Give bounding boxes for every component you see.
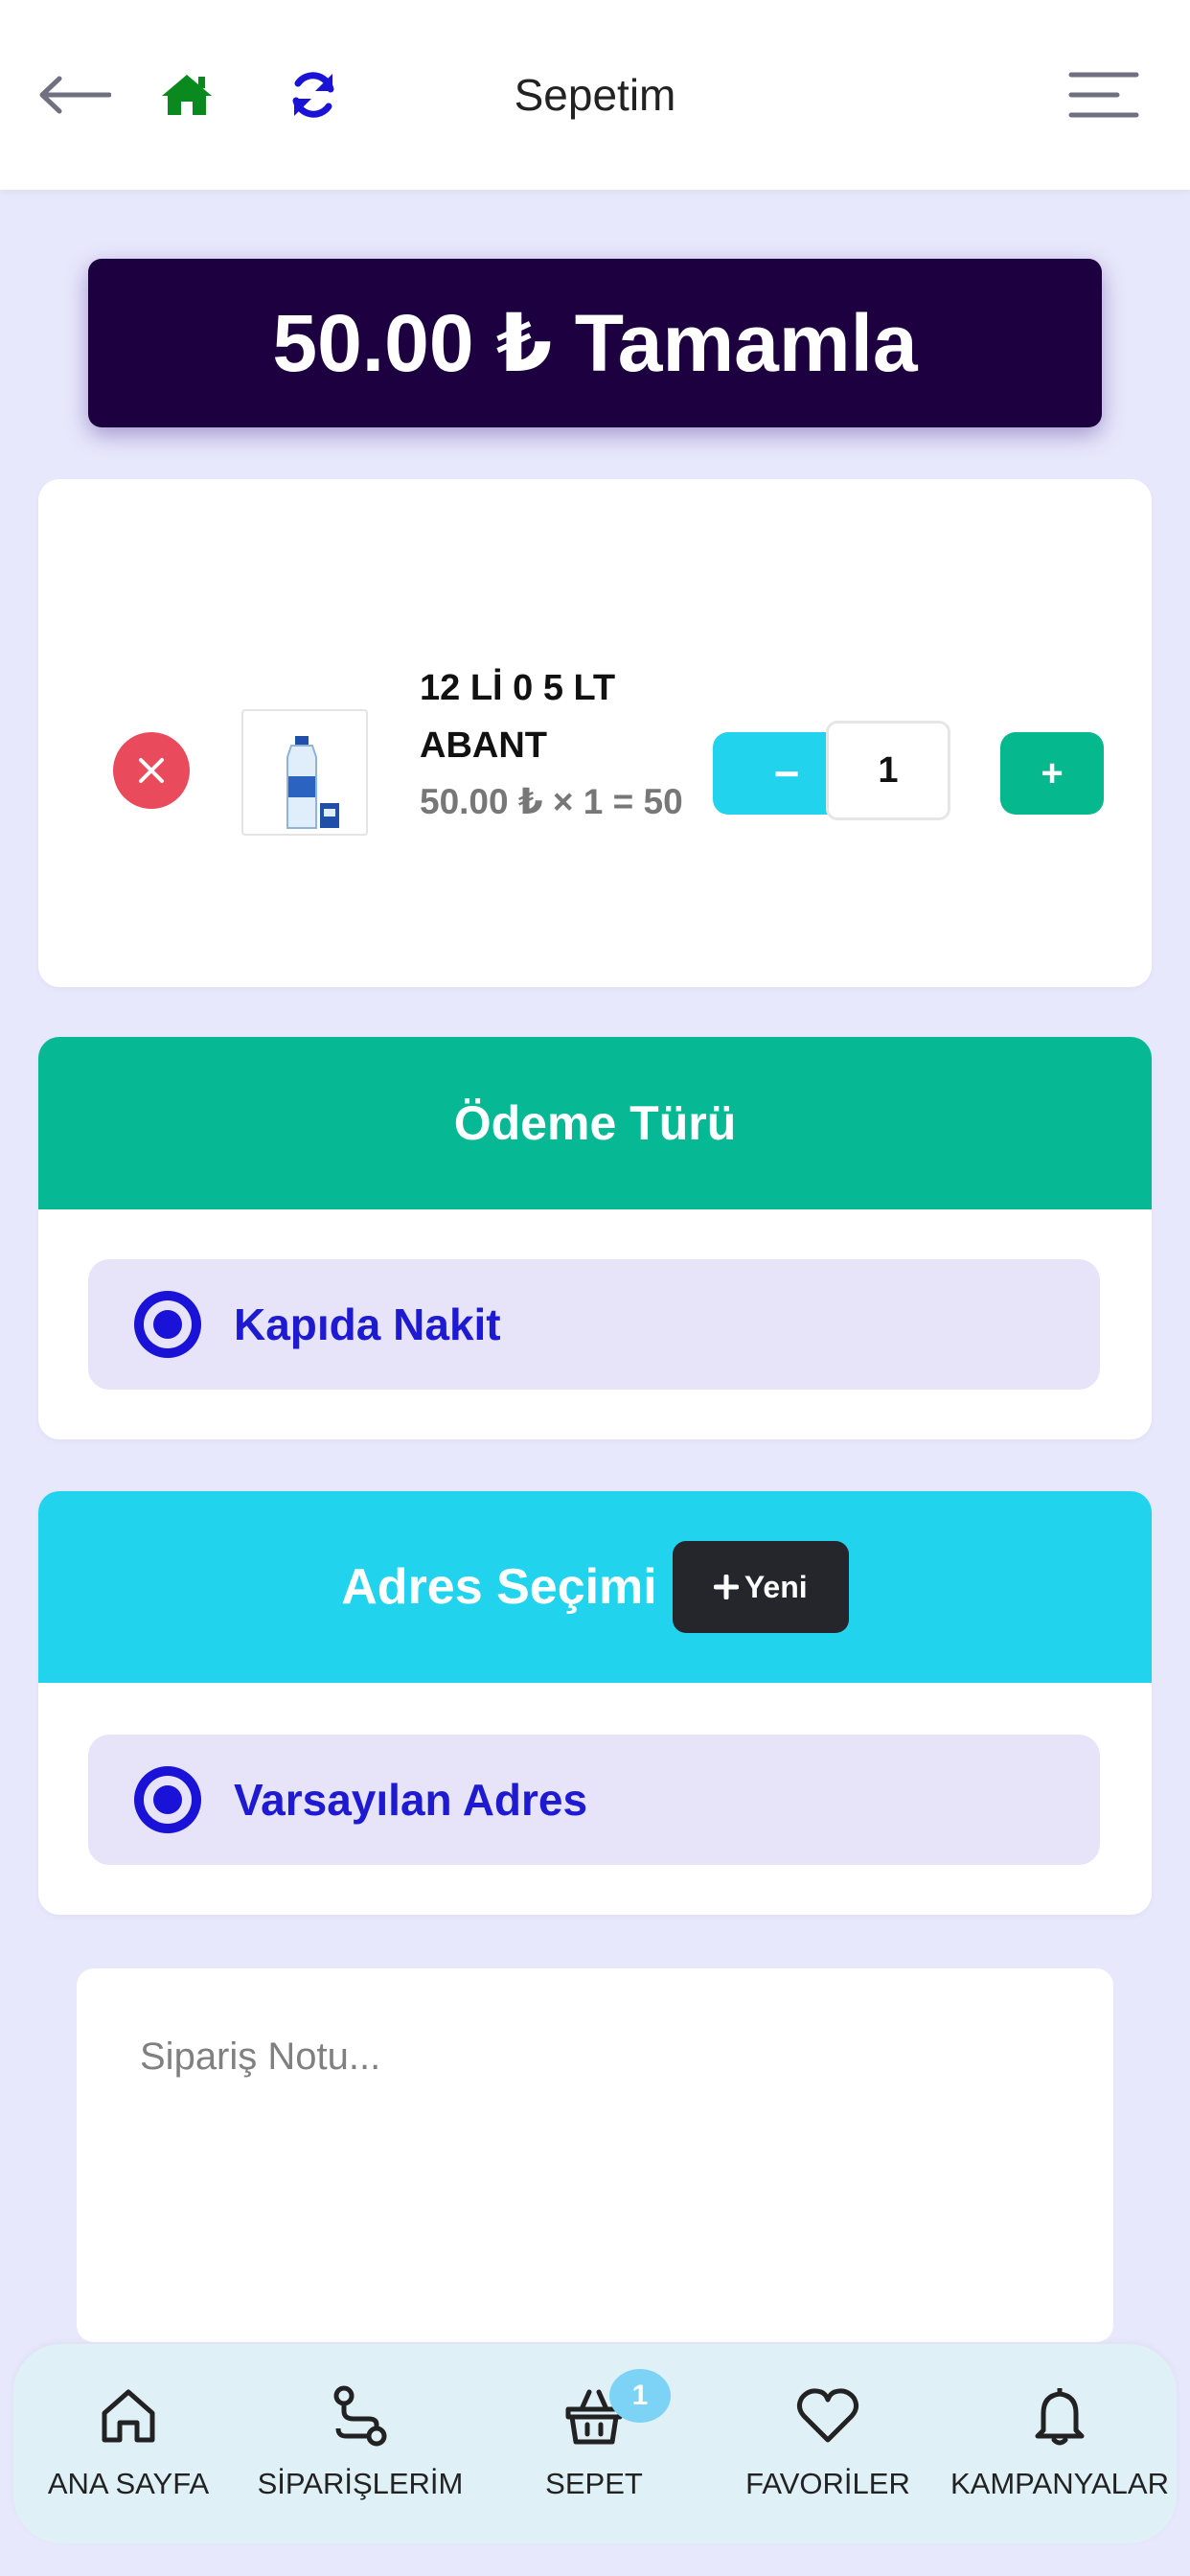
payment-type-header: Ödeme Türü: [38, 1037, 1152, 1209]
address-selection-title: Adres Seçimi: [341, 1559, 657, 1615]
hamburger-menu-icon-svg: [1068, 72, 1139, 118]
radio-dot: [153, 1785, 182, 1814]
add-new-address-button[interactable]: Yeni: [672, 1541, 849, 1633]
heart-icon: [796, 2388, 859, 2443]
add-new-address-label: Yeni: [744, 1569, 808, 1604]
bottom-navigation: ANA SAYFA SİPARİŞLERİM SEPET 1 FAVORİLER: [13, 2344, 1177, 2543]
nav-item-campaigns[interactable]: KAMPANYALAR: [945, 2382, 1175, 2536]
nav-label-campaigns: KAMPANYALAR: [950, 2467, 1169, 2500]
payment-type-card: Ödeme Türü Kapıda Nakit: [38, 1037, 1152, 1439]
nav-label-cart: SEPET: [545, 2467, 643, 2500]
quantity-input[interactable]: 1: [826, 721, 950, 820]
payment-type-title: Ödeme Türü: [453, 1096, 737, 1150]
nav-label-home: ANA SAYFA: [47, 2467, 210, 2500]
home-icon-svg: [162, 75, 212, 115]
top-bar: Sepetim: [0, 0, 1190, 190]
radio-dot: [153, 1310, 182, 1339]
nav-label-orders: SİPARİŞLERİM: [257, 2467, 464, 2500]
product-name: 12 Lİ 0 5 LT ABANT: [420, 668, 616, 766]
nav-item-cart[interactable]: SEPET 1: [479, 2369, 709, 2536]
product-price-line: 50.00 ₺ × 1 = 50: [420, 782, 683, 821]
bell-icon: [1035, 2388, 1085, 2446]
complete-order-button[interactable]: 50.00 ₺ Tamamla: [88, 259, 1102, 427]
hamburger-menu-icon[interactable]: [1064, 61, 1144, 128]
order-note-textarea[interactable]: [77, 1968, 1113, 2342]
cart-card: 12 Lİ 0 5 LT ABANT 50.00 ₺ × 1 = 50 − + …: [38, 479, 1152, 987]
home-outline-icon: [102, 2389, 155, 2443]
nav-label-favorites: FAVORİLER: [745, 2467, 910, 2500]
product-image: [241, 709, 368, 836]
address-selection-card: Adres Seçimi Yeni Varsayılan Adres: [38, 1491, 1152, 1915]
nav-item-favorites[interactable]: FAVORİLER: [713, 2382, 943, 2536]
close-icon: [139, 758, 164, 783]
payment-option-label: Kapıda Nakit: [234, 1300, 501, 1349]
route-icon: [333, 2385, 387, 2447]
remove-item-button[interactable]: [113, 732, 190, 809]
water-bottle-icon: [286, 736, 339, 829]
refresh-icon[interactable]: [280, 61, 347, 128]
radio-ring: [144, 1776, 192, 1824]
back-arrow-icon[interactable]: [34, 61, 115, 128]
home-icon[interactable]: [153, 61, 220, 128]
refresh-icon-svg: [292, 72, 334, 118]
radio-ring: [144, 1300, 192, 1348]
nav-item-orders[interactable]: SİPARİŞLERİM: [245, 2382, 475, 2536]
radio-selected-icon[interactable]: [134, 1766, 201, 1833]
payment-option-cash-on-delivery[interactable]: Kapıda Nakit: [88, 1259, 1100, 1390]
cart-count-badge: 1: [609, 2369, 671, 2423]
nav-item-home[interactable]: ANA SAYFA: [13, 2382, 243, 2536]
radio-selected-icon[interactable]: [134, 1291, 201, 1358]
address-option-label: Varsayılan Adres: [234, 1775, 588, 1825]
address-option-default[interactable]: Varsayılan Adres: [88, 1735, 1100, 1865]
plus-icon: [713, 1575, 739, 1599]
address-selection-header: Adres Seçimi Yeni: [38, 1491, 1152, 1683]
quantity-increase-button[interactable]: +: [1000, 732, 1104, 815]
back-arrow-icon-svg: [39, 76, 111, 114]
